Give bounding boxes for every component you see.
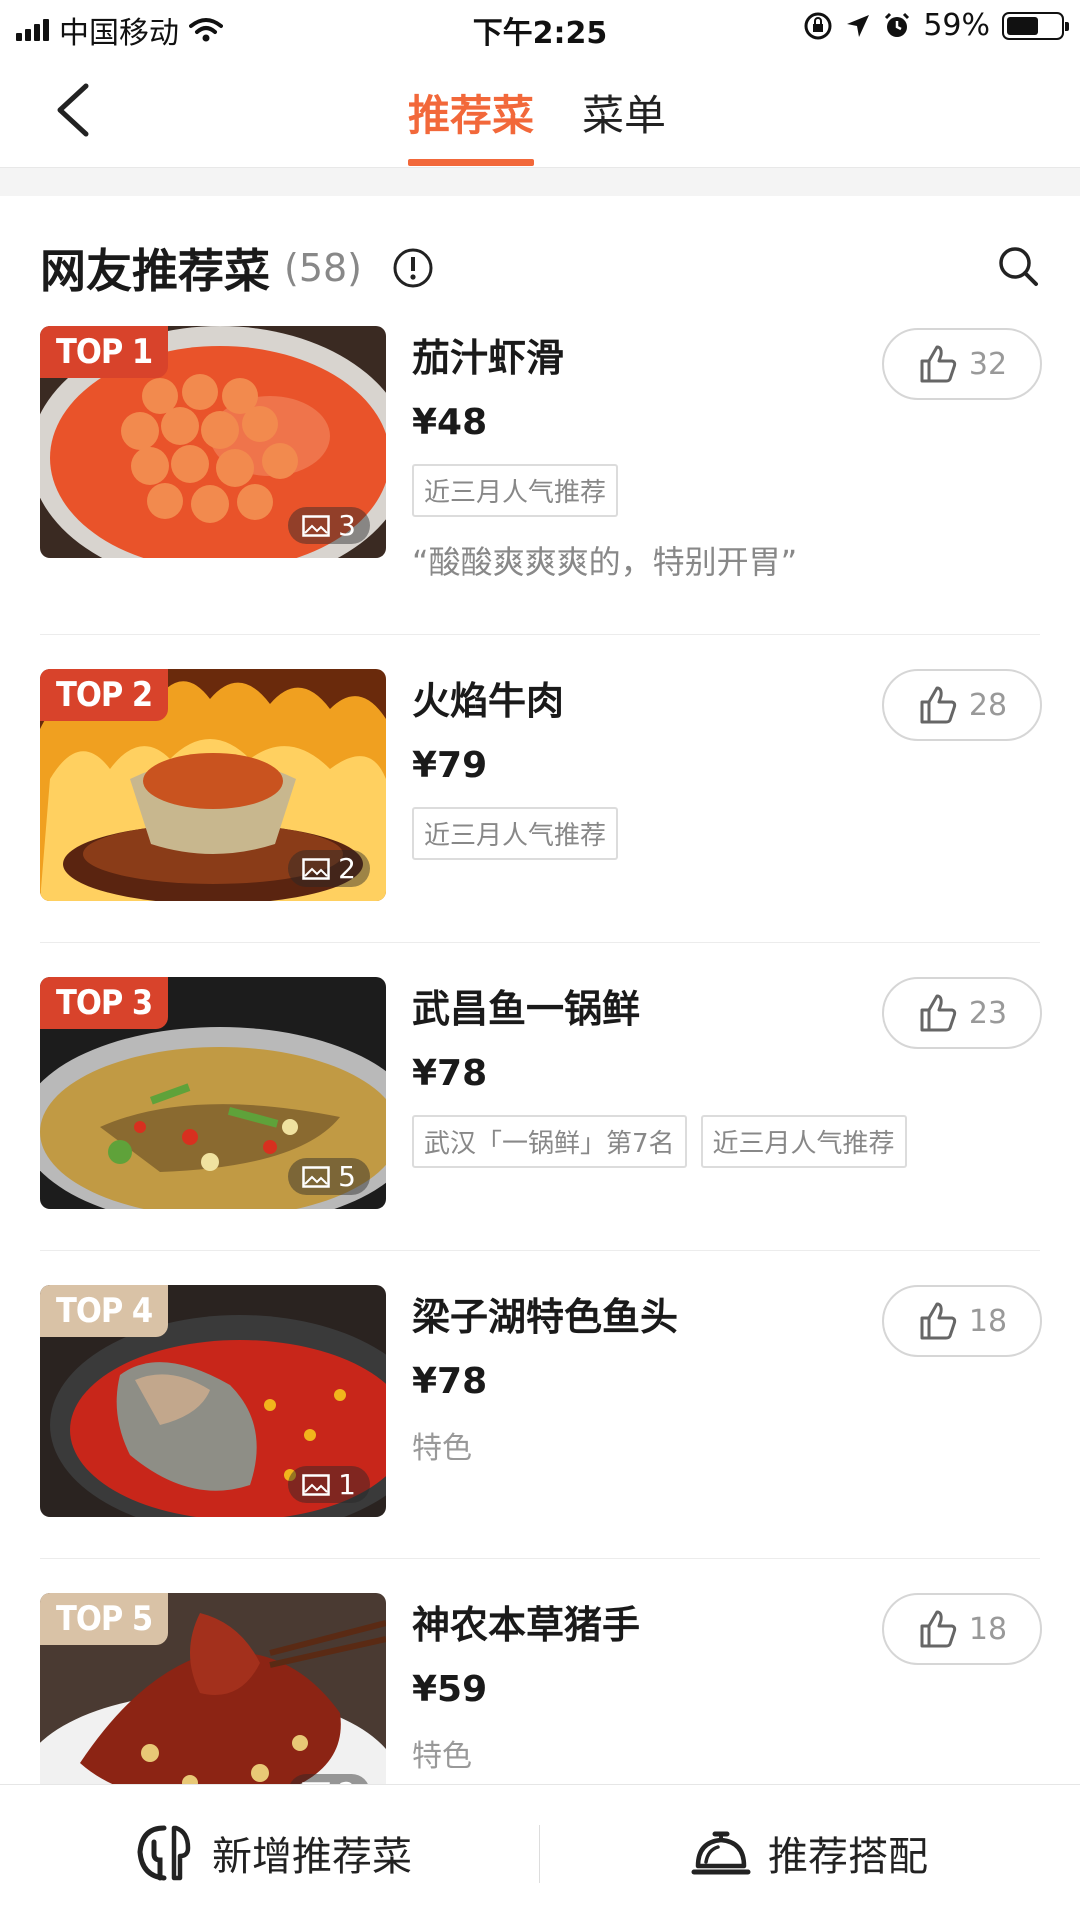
- dish-tag: 武汉「一锅鲜」第7名: [412, 1115, 687, 1168]
- info-icon[interactable]: [392, 247, 434, 289]
- search-icon[interactable]: [996, 244, 1040, 288]
- dish-tags: 近三月人气推荐: [412, 464, 932, 517]
- back-arrow-icon[interactable]: [46, 78, 106, 142]
- tab-menu[interactable]: 菜单: [582, 82, 666, 164]
- dish-price: ¥78: [412, 1053, 488, 1094]
- thumbs-up-icon: [920, 1610, 957, 1648]
- like-button[interactable]: 32: [882, 328, 1042, 400]
- thumbs-up-icon: [920, 686, 957, 724]
- image-icon: [302, 514, 330, 537]
- dish-info: 火焰牛肉 ¥79 近三月人气推荐: [412, 669, 932, 860]
- add-recommended-dish-label: 新增推荐菜: [212, 1834, 412, 1880]
- dish-photo[interactable]: TOP 2 2: [40, 669, 386, 901]
- photo-count-badge: 1: [288, 1466, 370, 1503]
- tab-recommended[interactable]: 推荐菜: [408, 82, 535, 166]
- dish-name: 武昌鱼一锅鲜: [412, 986, 641, 1031]
- rank-badge: TOP 1: [40, 326, 169, 378]
- recommended-combo-label: 推荐搭配: [768, 1834, 928, 1880]
- tab-bar: 推荐菜 菜单: [408, 82, 666, 166]
- bottom-divider: [539, 1825, 540, 1883]
- dish-name: 梁子湖特色鱼头: [412, 1294, 679, 1339]
- dish-info: 神农本草猪手 ¥59 特色: [412, 1593, 932, 1775]
- dish-tags: 武汉「一锅鲜」第7名 近三月人气推荐: [412, 1115, 932, 1168]
- battery-icon: [1002, 11, 1069, 40]
- dish-info: 武昌鱼一锅鲜 ¥78 武汉「一锅鲜」第7名 近三月人气推荐: [412, 977, 932, 1168]
- dish-review-quote: “酸酸爽爽爽的，特别开胃”: [412, 543, 798, 581]
- photo-count-badge: 2: [288, 850, 370, 887]
- dish-price: ¥79: [412, 745, 488, 786]
- rank-badge: TOP 4: [40, 1285, 169, 1337]
- like-button[interactable]: 18: [882, 1593, 1042, 1665]
- section-header: 网友推荐菜 (58): [40, 236, 1040, 300]
- dish-name: 茄汁虾滑: [412, 335, 565, 380]
- dish-item[interactable]: TOP 3 5 武昌鱼一锅鲜 ¥78 武汉「一锅鲜」第7名 近三月人气推荐 23: [40, 942, 1042, 1250]
- dish-list: TOP 1 3 茄汁虾滑 ¥48 近三月人气推荐 “酸酸爽爽爽的，特别开胃” 3…: [0, 326, 1080, 1866]
- rank-badge: TOP 3: [40, 977, 169, 1029]
- dish-tags: 近三月人气推荐: [412, 807, 932, 860]
- nav-bar: 推荐菜 菜单: [0, 52, 1080, 168]
- photo-count-badge: 5: [288, 1158, 370, 1195]
- battery-percent: 59%: [923, 8, 990, 43]
- like-button[interactable]: 23: [882, 977, 1042, 1049]
- photo-count: 3: [338, 509, 356, 542]
- image-icon: [302, 1473, 330, 1496]
- thumbs-up-icon: [920, 994, 957, 1032]
- rank-badge: TOP 5: [40, 1593, 169, 1645]
- like-count: 18: [968, 1611, 1008, 1647]
- dish-category: 特色: [412, 1431, 472, 1466]
- photo-count: 2: [338, 852, 356, 885]
- add-recommended-dish-button[interactable]: 新增推荐菜: [134, 1809, 412, 1897]
- like-count: 32: [968, 346, 1008, 382]
- bottom-action-bar: 新增推荐菜 推荐搭配: [0, 1784, 1080, 1920]
- dish-item[interactable]: TOP 1 3 茄汁虾滑 ¥48 近三月人气推荐 “酸酸爽爽爽的，特别开胃” 3…: [0, 326, 1080, 634]
- section-divider: [0, 168, 1080, 196]
- like-button[interactable]: 18: [882, 1285, 1042, 1357]
- thumbs-up-icon: [920, 345, 957, 383]
- dish-category: 特色: [412, 1739, 472, 1774]
- status-bar: 中国移动 下午2:25 59%: [0, 0, 1080, 52]
- like-button[interactable]: 28: [882, 669, 1042, 741]
- dish-item[interactable]: TOP 4 1 梁子湖特色鱼头 ¥78 特色 18: [40, 1250, 1042, 1558]
- dish-name: 神农本草猪手: [412, 1602, 641, 1647]
- section-count: (58): [284, 246, 363, 290]
- dish-photo[interactable]: TOP 1 3: [40, 326, 386, 558]
- cutlery-icon: [137, 1825, 191, 1881]
- dish-name: 火焰牛肉: [412, 678, 565, 723]
- like-count: 28: [968, 687, 1008, 723]
- dish-price: ¥59: [412, 1669, 488, 1710]
- image-icon: [302, 1165, 330, 1188]
- like-count: 23: [968, 995, 1008, 1031]
- section-title: 网友推荐菜: [40, 244, 270, 298]
- dish-price: ¥48: [412, 402, 488, 443]
- serving-bell-icon: [691, 1831, 751, 1875]
- rank-badge: TOP 2: [40, 669, 169, 721]
- location-icon: [847, 14, 870, 37]
- dish-item[interactable]: TOP 2 2 火焰牛肉 ¥79 近三月人气推荐 28: [40, 634, 1042, 942]
- photo-count: 1: [338, 1468, 356, 1501]
- dish-photo[interactable]: TOP 3 5: [40, 977, 386, 1209]
- image-icon: [302, 857, 330, 880]
- thumbs-up-icon: [920, 1302, 957, 1340]
- photo-count: 5: [338, 1160, 356, 1193]
- dish-tag: 近三月人气推荐: [412, 807, 619, 860]
- alarm-icon: [885, 12, 910, 37]
- photo-count-badge: 3: [288, 507, 370, 544]
- dish-photo[interactable]: TOP 4 1: [40, 1285, 386, 1517]
- rotation-lock-icon: [804, 12, 832, 39]
- dish-tag: 近三月人气推荐: [412, 464, 619, 517]
- dish-price: ¥78: [412, 1361, 488, 1402]
- dish-tag: 近三月人气推荐: [700, 1115, 907, 1168]
- dish-info: 梁子湖特色鱼头 ¥78 特色: [412, 1285, 932, 1467]
- like-count: 18: [968, 1303, 1008, 1339]
- recommended-combo-button[interactable]: 推荐搭配: [690, 1809, 928, 1897]
- status-right: 59%: [803, 8, 1069, 43]
- dish-info: 茄汁虾滑 ¥48 近三月人气推荐 “酸酸爽爽爽的，特别开胃”: [412, 326, 932, 583]
